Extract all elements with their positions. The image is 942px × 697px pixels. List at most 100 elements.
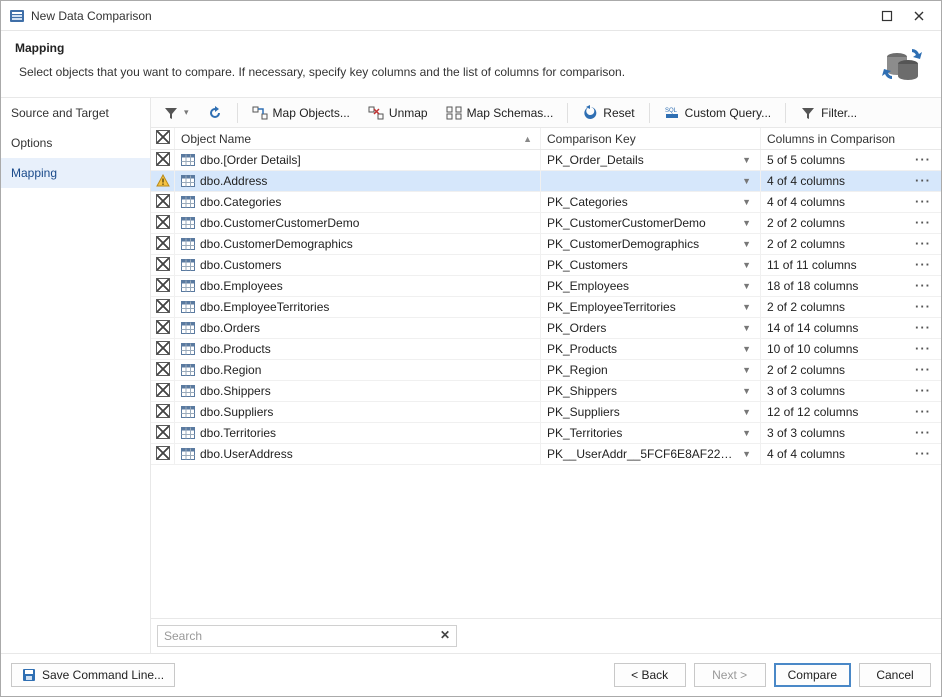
object-name-cell[interactable]: dbo.UserAddress xyxy=(175,444,541,464)
columns-cell[interactable]: 2 of 2 columns··· xyxy=(761,234,941,254)
reset-button[interactable]: Reset xyxy=(576,102,640,124)
row-checkbox[interactable] xyxy=(151,234,175,254)
columns-cell[interactable]: 5 of 5 columns··· xyxy=(761,150,941,170)
comparison-key-cell[interactable]: PK_Order_Details▼ xyxy=(541,150,761,170)
object-name-cell[interactable]: dbo.Shippers xyxy=(175,381,541,401)
row-checkbox[interactable] xyxy=(151,318,175,338)
dropdown-icon[interactable]: ▼ xyxy=(739,323,754,333)
filter-button[interactable]: Filter... xyxy=(794,102,863,124)
dropdown-icon[interactable]: ▼ xyxy=(739,155,754,165)
comparison-key-cell[interactable]: PK_Orders▼ xyxy=(541,318,761,338)
table-row[interactable]: dbo.CustomerCustomerDemoPK_CustomerCusto… xyxy=(151,213,941,234)
comparison-key-cell[interactable]: PK_Products▼ xyxy=(541,339,761,359)
object-name-cell[interactable]: dbo.Region xyxy=(175,360,541,380)
more-button[interactable]: ··· xyxy=(911,429,935,437)
more-button[interactable]: ··· xyxy=(911,408,935,416)
columns-cell[interactable]: 2 of 2 columns··· xyxy=(761,297,941,317)
filter-dropdown-button[interactable]: ▾ xyxy=(157,102,195,124)
dropdown-icon[interactable]: ▼ xyxy=(739,197,754,207)
nav-item-mapping[interactable]: Mapping xyxy=(1,158,150,188)
more-button[interactable]: ··· xyxy=(911,219,935,227)
comparison-key-cell[interactable]: PK_Customers▼ xyxy=(541,255,761,275)
row-checkbox[interactable] xyxy=(151,444,175,464)
compare-button[interactable]: Compare xyxy=(774,663,851,687)
comparison-key-cell[interactable]: PK_Suppliers▼ xyxy=(541,402,761,422)
object-name-cell[interactable]: dbo.Categories xyxy=(175,192,541,212)
comparison-key-cell[interactable]: PK_CustomerCustomerDemo▼ xyxy=(541,213,761,233)
table-row[interactable]: dbo.EmployeesPK_Employees▼18 of 18 colum… xyxy=(151,276,941,297)
more-button[interactable]: ··· xyxy=(911,177,935,185)
columns-cell[interactable]: 2 of 2 columns··· xyxy=(761,360,941,380)
dropdown-icon[interactable]: ▼ xyxy=(739,365,754,375)
columns-cell[interactable]: 4 of 4 columns··· xyxy=(761,192,941,212)
table-row[interactable]: dbo.UserAddressPK__UserAddr__5FCF6E8AF22… xyxy=(151,444,941,465)
object-name-cell[interactable]: dbo.Customers xyxy=(175,255,541,275)
columns-cell[interactable]: 2 of 2 columns··· xyxy=(761,213,941,233)
table-row[interactable]: dbo.OrdersPK_Orders▼14 of 14 columns··· xyxy=(151,318,941,339)
map-schemas-button[interactable]: Map Schemas... xyxy=(440,102,560,124)
more-button[interactable]: ··· xyxy=(911,450,935,458)
table-row[interactable]: dbo.SuppliersPK_Suppliers▼12 of 12 colum… xyxy=(151,402,941,423)
close-button[interactable] xyxy=(911,8,927,24)
dropdown-icon[interactable]: ▼ xyxy=(739,428,754,438)
table-row[interactable]: dbo.EmployeeTerritoriesPK_EmployeeTerrit… xyxy=(151,297,941,318)
nav-item-options[interactable]: Options xyxy=(1,128,150,158)
object-name-cell[interactable]: dbo.Address xyxy=(175,171,541,191)
table-row[interactable]: dbo.CategoriesPK_Categories▼4 of 4 colum… xyxy=(151,192,941,213)
columns-cell[interactable]: 11 of 11 columns··· xyxy=(761,255,941,275)
comparison-key-cell[interactable]: PK__UserAddr__5FCF6E8AF226B861...▼ xyxy=(541,444,761,464)
maximize-button[interactable] xyxy=(879,8,895,24)
dropdown-icon[interactable]: ▼ xyxy=(739,449,754,459)
table-row[interactable]: dbo.[Order Details]PK_Order_Details▼5 of… xyxy=(151,150,941,171)
dropdown-icon[interactable]: ▼ xyxy=(739,176,754,186)
clear-search-button[interactable]: ✕ xyxy=(437,627,453,643)
more-button[interactable]: ··· xyxy=(911,282,935,290)
more-button[interactable]: ··· xyxy=(911,345,935,353)
more-button[interactable]: ··· xyxy=(911,303,935,311)
custom-query-button[interactable]: SQL Custom Query... xyxy=(658,102,777,124)
columns-cell[interactable]: 18 of 18 columns··· xyxy=(761,276,941,296)
more-button[interactable]: ··· xyxy=(911,261,935,269)
object-name-cell[interactable]: dbo.Products xyxy=(175,339,541,359)
dropdown-icon[interactable]: ▼ xyxy=(739,218,754,228)
column-header-columns[interactable]: Columns in Comparison xyxy=(761,128,941,149)
columns-cell[interactable]: 12 of 12 columns··· xyxy=(761,402,941,422)
comparison-key-cell[interactable]: PK_Categories▼ xyxy=(541,192,761,212)
row-checkbox[interactable] xyxy=(151,255,175,275)
object-name-cell[interactable]: dbo.CustomerDemographics xyxy=(175,234,541,254)
comparison-key-cell[interactable]: PK_CustomerDemographics▼ xyxy=(541,234,761,254)
more-button[interactable]: ··· xyxy=(911,198,935,206)
search-input[interactable] xyxy=(157,625,457,647)
table-row[interactable]: dbo.CustomerDemographicsPK_CustomerDemog… xyxy=(151,234,941,255)
row-checkbox[interactable] xyxy=(151,339,175,359)
row-checkbox[interactable] xyxy=(151,276,175,296)
dropdown-icon[interactable]: ▼ xyxy=(739,302,754,312)
save-command-line-button[interactable]: Save Command Line... xyxy=(11,663,175,687)
dropdown-icon[interactable]: ▼ xyxy=(739,344,754,354)
unmap-button[interactable]: Unmap xyxy=(362,102,434,124)
row-checkbox[interactable] xyxy=(151,297,175,317)
object-name-cell[interactable]: dbo.[Order Details] xyxy=(175,150,541,170)
more-button[interactable]: ··· xyxy=(911,324,935,332)
object-name-cell[interactable]: dbo.Suppliers xyxy=(175,402,541,422)
next-button[interactable]: Next > xyxy=(694,663,766,687)
object-name-cell[interactable]: dbo.Employees xyxy=(175,276,541,296)
comparison-key-cell[interactable]: PK_Employees▼ xyxy=(541,276,761,296)
row-checkbox[interactable] xyxy=(151,381,175,401)
comparison-key-cell[interactable]: ▼ xyxy=(541,171,761,191)
columns-cell[interactable]: 4 of 4 columns··· xyxy=(761,444,941,464)
columns-cell[interactable]: 4 of 4 columns··· xyxy=(761,171,941,191)
row-checkbox[interactable] xyxy=(151,402,175,422)
row-checkbox[interactable] xyxy=(151,360,175,380)
row-checkbox[interactable] xyxy=(151,150,175,170)
table-row[interactable]: dbo.RegionPK_Region▼2 of 2 columns··· xyxy=(151,360,941,381)
table-row[interactable]: dbo.Address ▼ 4 of 4 columns··· xyxy=(151,171,941,192)
row-checkbox[interactable] xyxy=(151,192,175,212)
table-row[interactable]: dbo.ProductsPK_Products▼10 of 10 columns… xyxy=(151,339,941,360)
object-name-cell[interactable]: dbo.Territories xyxy=(175,423,541,443)
columns-cell[interactable]: 10 of 10 columns··· xyxy=(761,339,941,359)
row-checkbox[interactable] xyxy=(151,423,175,443)
table-row[interactable]: dbo.CustomersPK_Customers▼11 of 11 colum… xyxy=(151,255,941,276)
back-button[interactable]: < Back xyxy=(614,663,686,687)
object-name-cell[interactable]: dbo.EmployeeTerritories xyxy=(175,297,541,317)
